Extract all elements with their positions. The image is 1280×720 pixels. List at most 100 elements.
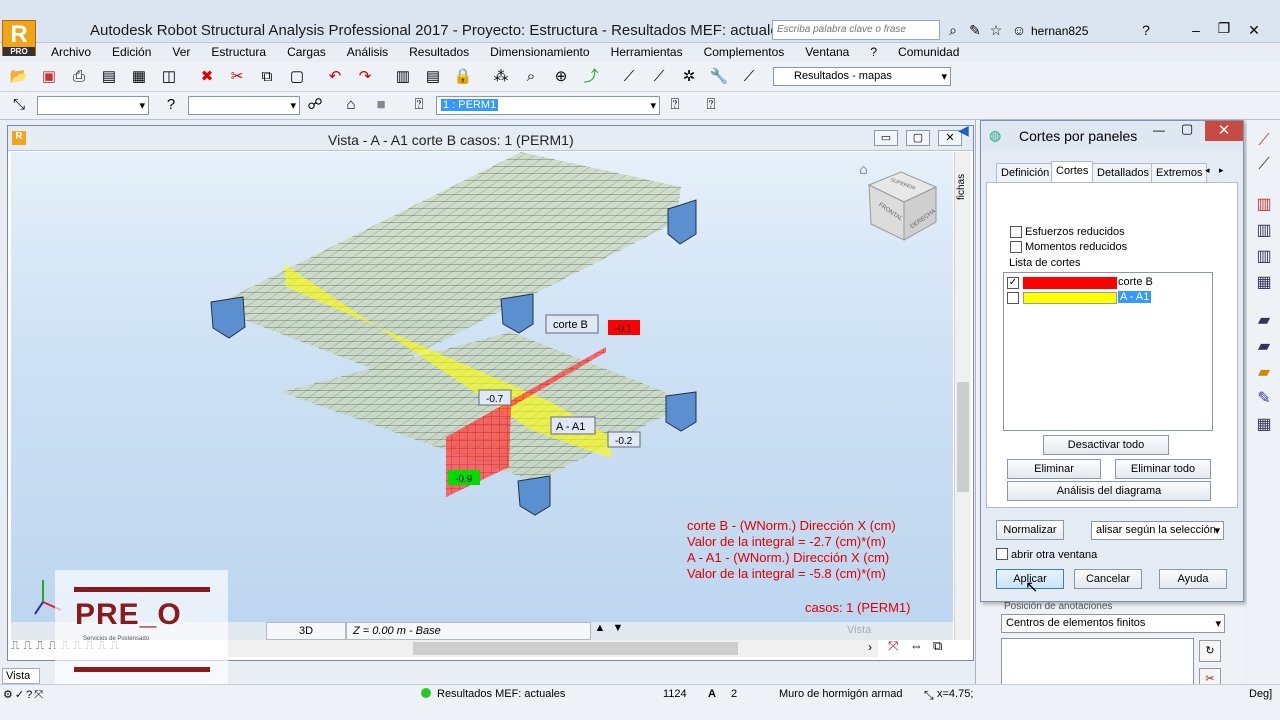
momentos-checkbox[interactable] — [1010, 241, 1022, 253]
search-input[interactable]: Escriba palabra clave o frase — [772, 20, 940, 40]
esfuerzos-checkbox[interactable] — [1010, 226, 1022, 238]
nodes-icon[interactable]: ⁂ — [490, 66, 512, 88]
menu-complementos[interactable]: Complementos — [691, 43, 793, 59]
load-case-icon[interactable]: ⍰ — [664, 94, 686, 116]
window-icon[interactable]: ▤ — [422, 66, 444, 88]
bar-combo[interactable] — [188, 96, 300, 115]
eliminar-todo-button[interactable]: Eliminar todo — [1115, 459, 1211, 479]
analisis-diagrama-button[interactable]: Análisis del diagrama — [1007, 481, 1211, 501]
diagram-tool-2-icon[interactable]: ⟋ — [1253, 156, 1275, 178]
app-logo-button[interactable]: R PRO — [2, 20, 36, 56]
map-tool-2-icon[interactable]: ▰ — [1253, 336, 1275, 358]
tab-scroll-right-icon[interactable]: ▸ — [1219, 165, 1224, 176]
book-icon[interactable]: ▤ — [98, 66, 120, 88]
restore-icon[interactable]: ❐ — [1215, 19, 1233, 37]
tab-scroll-left-icon[interactable]: ◂ — [1205, 165, 1210, 176]
menu-estructura[interactable]: Estructura — [198, 43, 274, 59]
status-tools-icon[interactable]: ⚙✓?⤧ — [3, 688, 45, 702]
fichas-tab[interactable]: fichas — [956, 140, 974, 200]
diagram-tool-3-icon[interactable]: ▥ — [1253, 194, 1275, 216]
screenshot-icon[interactable]: ◫ — [158, 66, 180, 88]
refresh-icon[interactable]: ↻ — [1199, 640, 1221, 662]
preview-icon[interactable]: ▦ — [128, 66, 150, 88]
normalizar-button[interactable]: Normalizar — [996, 520, 1064, 540]
undo-icon[interactable]: ↶ — [324, 66, 346, 88]
abrir-ventana-checkbox[interactable] — [996, 548, 1008, 560]
vista-status-field[interactable]: Vista — [2, 668, 40, 684]
menu-ventana[interactable]: Ventana — [792, 43, 857, 59]
dialog-close-button[interactable]: ✕ — [1205, 121, 1243, 141]
layout-select[interactable]: Resultados - mapas — [773, 67, 951, 86]
case-select[interactable]: 1 : PERM1 — [436, 96, 660, 115]
tab-definicion[interactable]: Definición — [996, 163, 1055, 183]
design-icon[interactable]: ⟋ — [738, 66, 760, 88]
eliminar-button[interactable]: Eliminar — [1007, 459, 1101, 479]
map-tool-5-icon[interactable]: ▦ — [1253, 414, 1275, 436]
diagram-tool-4-icon[interactable]: ▥ — [1253, 220, 1275, 242]
menu-help[interactable]: ? — [857, 43, 885, 59]
tab-extremos[interactable]: Extremos — [1151, 163, 1208, 183]
view-cube[interactable]: SUPERIOR FRONTAL DERECHA — [867, 171, 938, 241]
view-maximize-button[interactable]: ▢ — [906, 130, 930, 146]
table-icon[interactable]: ▥ — [392, 66, 414, 88]
diagram-tool-5-icon[interactable]: ▥ — [1253, 246, 1275, 268]
menu-resultados[interactable]: Resultados — [396, 43, 477, 59]
model-canvas[interactable]: corte B -0.1 -0.7 A - A1 -0.2 -0.9 SUPER… — [11, 152, 953, 622]
cortes-list[interactable]: ✓ corte B A - A1 — [1003, 272, 1213, 431]
select-icon[interactable]: ⤡ — [8, 94, 30, 116]
menu-dimensionamiento[interactable]: Dimensionamiento — [477, 43, 597, 59]
view-tool-3-icon[interactable]: ⧉ — [933, 638, 942, 654]
view-horizontal-scrollbar[interactable] — [228, 640, 878, 657]
a-a1-checkbox[interactable] — [1007, 292, 1019, 304]
menu-cargas[interactable]: Cargas — [274, 43, 334, 59]
scroll-right-icon[interactable]: › — [868, 640, 872, 654]
cancelar-button[interactable]: Cancelar — [1074, 569, 1142, 589]
axes-icon[interactable]: ⤴ — [580, 66, 602, 88]
level-down-icon[interactable]: ▼ — [609, 622, 627, 640]
lock-icon[interactable]: 🔒 — [452, 66, 474, 88]
binoculars-icon[interactable]: ⌕ — [944, 21, 962, 39]
zoom-window-icon[interactable]: ⌕ — [520, 66, 542, 88]
measure-icon[interactable]: ⟋ — [618, 66, 640, 88]
map-tool-4-icon[interactable]: ✎ — [1253, 388, 1275, 410]
level-field[interactable]: Z = 0.00 m - Base — [346, 622, 591, 640]
tab-detallados[interactable]: Detallados — [1092, 163, 1154, 183]
alisar-select[interactable]: alisar según la selección — [1091, 521, 1224, 540]
diagram-tool-1-icon[interactable]: ⟋ — [1253, 132, 1275, 154]
view-tool-2-icon[interactable]: ⇔ — [910, 638, 923, 653]
desactivar-todo-button[interactable]: Desactivar todo — [1043, 435, 1169, 455]
dialog-maximize-icon[interactable]: ▢ — [1181, 121, 1193, 137]
help-icon[interactable]: ? — [1137, 21, 1155, 39]
zoom-icon[interactable]: ⊕ — [550, 66, 572, 88]
minimize-icon[interactable]: – — [1187, 21, 1205, 39]
close-icon[interactable]: ✕ — [1245, 21, 1263, 39]
view-vertical-scrollbar[interactable] — [954, 152, 971, 640]
question-select-icon[interactable]: ? — [160, 94, 182, 116]
structure-view[interactable]: corte B -0.1 -0.7 A - A1 -0.2 -0.9 SUPER… — [11, 152, 953, 622]
dialog-minimize-icon[interactable]: — — [1153, 123, 1165, 137]
calc-icon[interactable]: ✲ — [678, 66, 700, 88]
vertical-scroll-thumb[interactable] — [957, 382, 969, 492]
level-up-icon[interactable]: ▲ — [591, 622, 609, 640]
cut-icon[interactable]: ✂ — [226, 66, 248, 88]
view-tool-1-icon[interactable]: ⤧ — [888, 638, 898, 654]
print-icon[interactable]: ⎙ — [68, 66, 90, 88]
horizontal-scroll-thumb[interactable] — [413, 642, 738, 655]
list-item[interactable]: ✓ corte B — [1007, 276, 1207, 290]
mode-3d-button[interactable]: 3D — [266, 622, 346, 640]
corte-b-checkbox[interactable]: ✓ — [1007, 277, 1019, 289]
menu-archivo[interactable]: Archivo — [38, 43, 99, 59]
paste-icon[interactable]: ▢ — [286, 66, 308, 88]
selection-combo[interactable] — [37, 96, 149, 115]
map-tool-1-icon[interactable]: ▰ — [1253, 310, 1275, 332]
display-icon[interactable]: ☍ — [304, 94, 326, 116]
user-name[interactable]: hernan825 — [1031, 24, 1088, 38]
section-icon[interactable]: ⟋ — [648, 66, 670, 88]
menu-comunidad[interactable]: Comunidad — [885, 43, 967, 59]
menu-ver[interactable]: Ver — [159, 43, 198, 59]
wrench-icon[interactable]: 🔧 — [708, 66, 730, 88]
user-icon[interactable]: ☺ — [1010, 21, 1028, 39]
ayuda-button[interactable]: Ayuda — [1159, 569, 1227, 589]
menu-herramientas[interactable]: Herramientas — [598, 43, 691, 59]
menu-analisis[interactable]: Análisis — [334, 43, 396, 59]
